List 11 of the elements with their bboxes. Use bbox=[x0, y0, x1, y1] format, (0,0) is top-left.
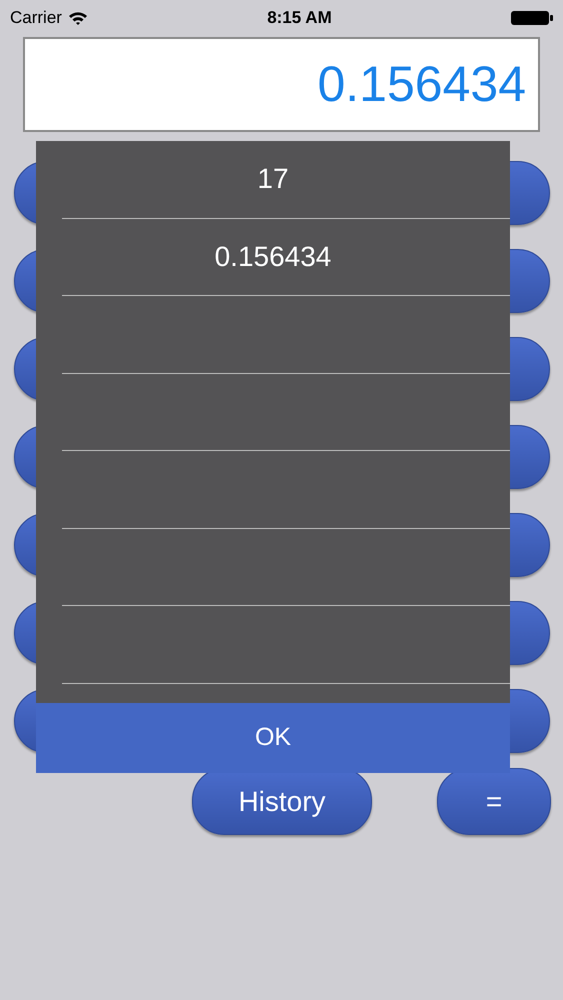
history-entry[interactable]: 17 bbox=[257, 158, 289, 200]
history-entry[interactable]: 0.156434 bbox=[214, 236, 332, 278]
battery-icon bbox=[510, 10, 553, 26]
wifi-icon bbox=[68, 10, 88, 26]
equals-button[interactable]: = bbox=[437, 768, 551, 835]
picker-row[interactable]: 0.156434 bbox=[62, 218, 510, 296]
carrier-label: Carrier bbox=[10, 7, 62, 30]
clock-time: 8:15 AM bbox=[267, 7, 332, 30]
ok-button[interactable]: OK bbox=[36, 703, 510, 773]
display-value: 0.156434 bbox=[317, 55, 526, 114]
picker-row[interactable]: 17 bbox=[62, 141, 510, 218]
